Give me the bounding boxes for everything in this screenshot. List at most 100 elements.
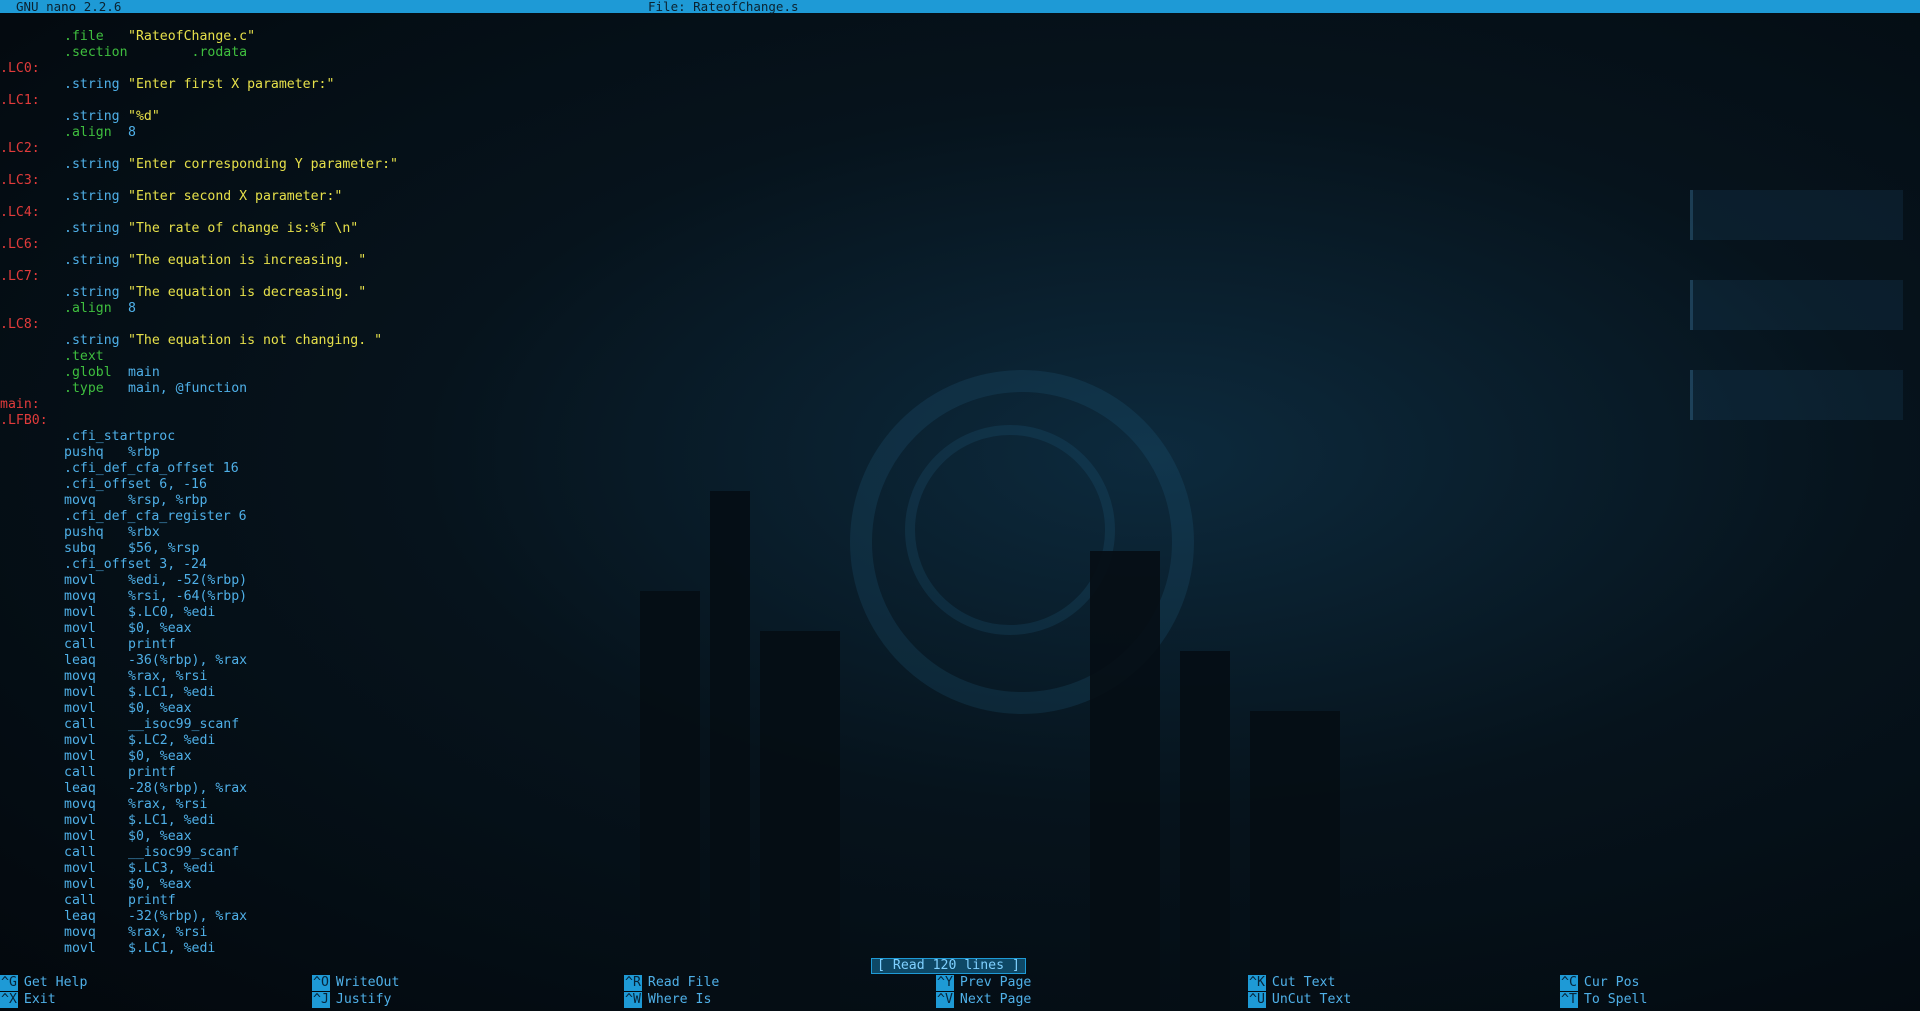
code-operand: $.LC0, %edi — [128, 605, 216, 620]
code-line[interactable]: .LFB0: — [0, 413, 48, 429]
code-operand: %rax, %rsi — [128, 797, 208, 812]
code-operand: "Enter second X parameter:" — [128, 189, 343, 204]
shortcut-where-is[interactable]: ^W Where Is — [624, 992, 711, 1008]
code-operand: main, @function — [128, 381, 248, 396]
code-label: .LC4: — [0, 205, 40, 220]
desktop-wallpaper — [0, 0, 1920, 1011]
shortcut-read-file[interactable]: ^R Read File — [624, 975, 719, 991]
code-line[interactable]: .LC4: — [0, 205, 40, 221]
code-mnemonic: .string — [64, 109, 120, 124]
shortcut-uncut-text[interactable]: ^U UnCut Text — [1248, 992, 1351, 1008]
code-mnemonic: pushq — [64, 525, 104, 540]
shortcut-key: ^C — [1560, 975, 1578, 991]
code-line[interactable]: .LC6: — [0, 237, 40, 253]
shortcut-key: ^W — [624, 992, 642, 1008]
code-mnemonic: leaq — [64, 781, 96, 796]
code-line[interactable]: .LC7: — [0, 269, 40, 285]
code-operand: main — [128, 365, 160, 380]
code-operand: $0, %eax — [128, 749, 192, 764]
code-mnemonic: .cfi_startproc — [64, 429, 176, 444]
code-operand: "Enter corresponding Y parameter:" — [128, 157, 398, 172]
code-operand: %rsp, %rbp — [128, 493, 208, 508]
shortcut-next-page[interactable]: ^V Next Page — [936, 992, 1031, 1008]
shortcut-key: ^X — [0, 992, 18, 1008]
code-mnemonic: movq — [64, 669, 96, 684]
code-mnemonic: .string — [64, 253, 120, 268]
code-mnemonic: .string — [64, 333, 120, 348]
code-mnemonic: movl — [64, 749, 96, 764]
code-operand: $0, %eax — [128, 621, 192, 636]
shortcut-key: ^V — [936, 992, 954, 1008]
code-label: .LC8: — [0, 317, 40, 332]
code-operand: -36(%rbp), %rax — [128, 653, 248, 668]
shortcut-label: Cut Text — [1271, 975, 1336, 990]
code-line[interactable]: .LC8: — [0, 317, 40, 333]
code-mnemonic: subq — [64, 541, 96, 556]
code-operand: $.LC2, %edi — [128, 733, 216, 748]
code-operand: $.LC3, %edi — [128, 861, 216, 876]
code-operand: 8 — [128, 125, 136, 140]
code-line[interactable]: .LC1: — [0, 93, 40, 109]
code-operand: "RateofChange.c" — [128, 29, 256, 44]
code-operand: "The equation is increasing. " — [128, 253, 367, 268]
code-mnemonic: .string — [64, 189, 120, 204]
shortcut-writeout[interactable]: ^O WriteOut — [312, 975, 399, 991]
code-mnemonic: call — [64, 637, 96, 652]
code-operand: $.LC1, %edi — [128, 813, 216, 828]
code-mnemonic: .string — [64, 157, 120, 172]
code-mnemonic: .cfi_def_cfa_offset 16 — [64, 461, 239, 476]
code-label: .LC1: — [0, 93, 40, 108]
code-mnemonic: call — [64, 845, 96, 860]
shortcut-cut-text[interactable]: ^K Cut Text — [1248, 975, 1335, 991]
code-operand: -32(%rbp), %rax — [128, 909, 248, 924]
code-operand: $56, %rsp — [128, 541, 200, 556]
code-mnemonic: .string — [64, 221, 120, 236]
code-line[interactable]: main: — [0, 397, 40, 413]
shortcut-label: Next Page — [959, 992, 1032, 1007]
code-mnemonic: movl — [64, 733, 96, 748]
code-mnemonic: movl — [64, 685, 96, 700]
shortcut-label: Get Help — [23, 975, 88, 990]
code-label: main: — [0, 397, 40, 412]
shortcut-key: ^J — [312, 992, 330, 1008]
shortcut-label: Where Is — [647, 992, 712, 1007]
code-mnemonic: .cfi_offset 6, -16 — [64, 477, 207, 492]
code-operand: __isoc99_scanf — [128, 845, 240, 860]
shortcut-cur-pos[interactable]: ^C Cur Pos — [1560, 975, 1639, 991]
shortcut-justify[interactable]: ^J Justify — [312, 992, 391, 1008]
code-mnemonic: movl — [64, 813, 96, 828]
code-operand: "The equation is decreasing. " — [128, 285, 367, 300]
status-message: [ Read 120 lines ] — [871, 958, 1026, 974]
code-operand: $.LC1, %edi — [128, 685, 216, 700]
code-label: .LC2: — [0, 141, 40, 156]
code-operand: %rsi, -64(%rbp) — [128, 589, 248, 604]
shortcut-key: ^T — [1560, 992, 1578, 1008]
code-mnemonic: .string — [64, 77, 120, 92]
code-mnemonic: .globl — [64, 365, 112, 380]
code-mnemonic: .file — [64, 29, 104, 44]
code-mnemonic: call — [64, 717, 96, 732]
code-line[interactable]: .LC3: — [0, 173, 40, 189]
code-mnemonic: call — [64, 765, 96, 780]
code-mnemonic: movl — [64, 605, 96, 620]
shortcut-label: WriteOut — [335, 975, 400, 990]
shortcut-key: ^U — [1248, 992, 1266, 1008]
code-label: .LC7: — [0, 269, 40, 284]
code-line[interactable]: .LC2: — [0, 141, 40, 157]
shortcut-to-spell[interactable]: ^T To Spell — [1560, 992, 1647, 1008]
shortcut-get-help[interactable]: ^G Get Help — [0, 975, 87, 991]
code-mnemonic: .type — [64, 381, 104, 396]
code-operand: .rodata — [128, 45, 248, 60]
shortcut-key: ^R — [624, 975, 642, 991]
shortcut-prev-page[interactable]: ^Y Prev Page — [936, 975, 1031, 991]
code-label: .LC0: — [0, 61, 40, 76]
code-mnemonic: .section — [64, 45, 128, 60]
code-operand: $.LC1, %edi — [128, 941, 216, 956]
code-line[interactable]: .LC0: — [0, 61, 40, 77]
code-operand: "Enter first X parameter:" — [128, 77, 335, 92]
code-label: .LC3: — [0, 173, 40, 188]
code-mnemonic: movq — [64, 493, 96, 508]
code-operand: %rax, %rsi — [128, 925, 208, 940]
code-operand: %edi, -52(%rbp) — [128, 573, 248, 588]
shortcut-exit[interactable]: ^X Exit — [0, 992, 56, 1008]
